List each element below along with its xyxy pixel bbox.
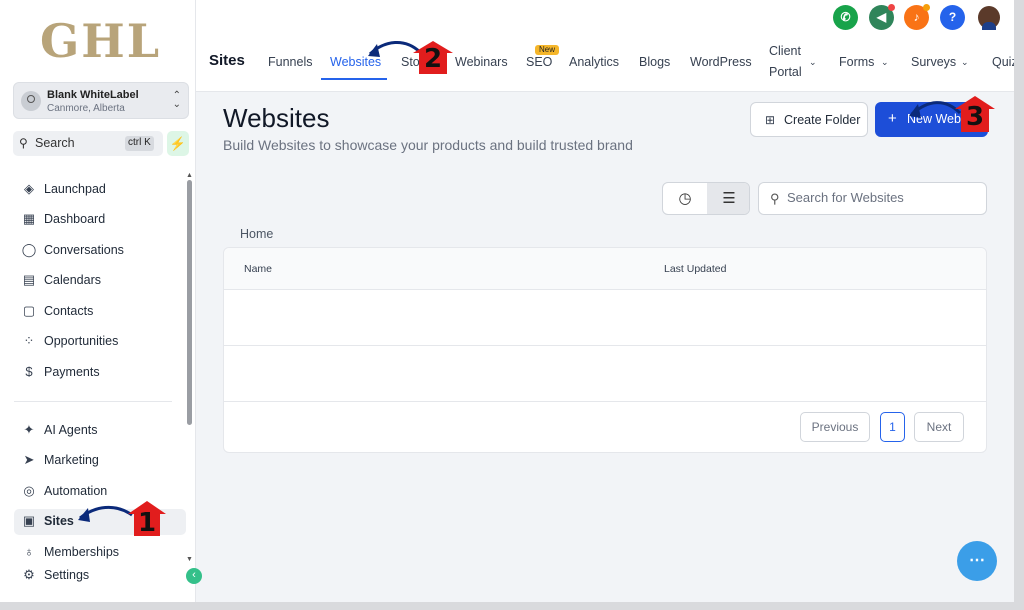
annotation-arrowhead-1 [78,508,90,522]
app-window: GHL Blank WhiteLabel Canmore, Alberta ⌃ ⌄… [0,0,1014,602]
annotation-arrowhead-3 [909,104,921,118]
annotation-number-3: 3 [966,102,985,132]
annotation-number-1: 1 [138,508,157,538]
annotation-arrowhead-2 [368,44,380,57]
annotation-number-2: 2 [424,44,443,74]
